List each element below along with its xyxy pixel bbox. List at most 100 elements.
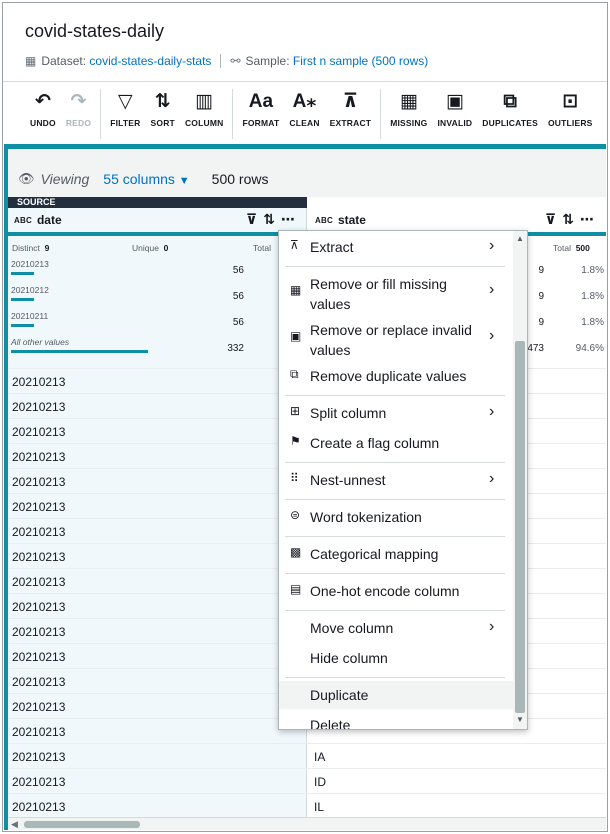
state-cell: IL (314, 800, 325, 814)
undo-button[interactable]: ↶ UNDO (25, 89, 61, 139)
table-row[interactable]: 20210213 IL (8, 793, 606, 817)
column-name: date (36, 213, 62, 227)
table-row[interactable]: 20210213 IA (8, 743, 606, 768)
menu-item-split-column[interactable]: ⊞ Split column › (279, 399, 513, 427)
menu-scroll-thumb[interactable] (515, 341, 525, 713)
value-count: 56 (232, 291, 244, 302)
columns-count: 55 columns (103, 171, 175, 187)
sort-icon[interactable]: ⇅ (562, 211, 580, 227)
menu-item-one-hot-encode-column[interactable]: ▤ One-hot encode column (279, 577, 513, 605)
column-button[interactable]: ▥ COLUMN (180, 89, 229, 139)
stat-unique: Unique 0 (132, 243, 168, 253)
stat-unique-label: Unique (132, 243, 159, 253)
menu-scrollbar[interactable]: ▲ ▼ (513, 231, 527, 729)
date-cell: 20210213 (12, 725, 66, 739)
onehot-icon: ▤ (290, 582, 302, 596)
duplicates-button[interactable]: ⧉ DUPLICATES (477, 89, 543, 139)
rows-count: 500 rows (211, 171, 269, 187)
invalid-icon: ▣ (445, 91, 464, 112)
viewing-label: Viewing (40, 171, 90, 187)
sample-label: Sample: (245, 54, 290, 68)
column-header-state[interactable]: ABC state ⊽⇅⋯ (315, 208, 606, 232)
filter-icon[interactable]: ⊽ (545, 211, 562, 227)
column-header-date[interactable]: ABC date ⊽⇅⋯ (14, 208, 307, 232)
flag-icon: ⚑ (290, 434, 301, 448)
invalid-icon: ▣ (290, 329, 302, 343)
scroll-down-icon[interactable]: ▼ (516, 715, 524, 724)
value-frequency-bar (11, 298, 34, 301)
menu-item-categorical-mapping[interactable]: ▩ Categorical mapping (279, 540, 513, 568)
menu-item-remove-or-replace-invalid-values[interactable]: ▣ Remove or replace invalid values › (279, 316, 513, 360)
extract-icon: ⊼ (342, 91, 359, 112)
menu-item-extract[interactable]: ⊼ Extract › (279, 233, 513, 261)
toolbar: ↶ UNDO ↷ REDO ▽ FILTER ⇅ SORT ▥ COLUMN Aa FORMAT A⁎ C… (25, 89, 607, 139)
menu-item-create-a-flag-column[interactable]: ⚑ Create a flag column (279, 429, 513, 457)
undo-icon: ↶ (34, 91, 51, 112)
clean-button[interactable]: A⁎ CLEAN (284, 89, 324, 139)
stat-total-value: 500 (575, 243, 590, 253)
toolbar-label: FORMAT (242, 118, 280, 128)
stat-total-label: Total (253, 243, 271, 253)
value-frequency-bar (11, 324, 34, 327)
menu-divider (285, 573, 505, 574)
menu-item-hide-column[interactable]: Hide column (279, 644, 513, 672)
more-icon[interactable]: ⋯ (281, 211, 301, 227)
menu-divider (285, 536, 505, 537)
toolbar-divider (3, 81, 607, 82)
sp-button[interactable]: ▤SP (598, 89, 607, 139)
redo-button[interactable]: ↷ REDO (61, 89, 96, 139)
viewing-bar: 👁 Viewing 55 columns ▼ 500 rows (18, 171, 268, 187)
horizontal-scrollbar[interactable]: ◀ (8, 817, 606, 830)
columns-dropdown[interactable]: 55 columns ▼ (103, 171, 189, 187)
menu-item-nest-unnest[interactable]: ⠿ Nest-unnest › (279, 466, 513, 494)
missing-button[interactable]: ▦ MISSING (385, 89, 432, 139)
menu-divider (285, 610, 505, 611)
extract-button[interactable]: ⊼ EXTRACT (325, 89, 377, 139)
stat-unique-value: 0 (163, 243, 169, 253)
sort-icon: ⇅ (154, 91, 171, 112)
filter-button[interactable]: ▽ FILTER (105, 89, 145, 139)
date-cell: 20210213 (12, 700, 66, 714)
format-button[interactable]: Aa FORMAT (237, 89, 284, 139)
scroll-thumb[interactable] (24, 821, 140, 828)
menu-item-duplicate[interactable]: Duplicate (279, 681, 513, 709)
date-cell: 20210213 (12, 575, 66, 589)
more-icon[interactable]: ⋯ (580, 211, 600, 227)
invalid-button[interactable]: ▣ INVALID (433, 89, 478, 139)
tokenize-icon: ⊜ (290, 508, 301, 522)
date-cell: 20210213 (12, 625, 66, 639)
nest-icon: ⠿ (290, 471, 299, 485)
scroll-left-icon[interactable]: ◀ (11, 819, 18, 830)
sort-button[interactable]: ⇅ SORT (146, 89, 180, 139)
chevron-down-icon: ▼ (178, 175, 190, 187)
menu-item-remove-or-fill-missing-values[interactable]: ▦ Remove or fill missing values › (279, 270, 513, 314)
menu-item-move-column[interactable]: Move column › (279, 614, 513, 642)
date-cell: 20210213 (12, 525, 66, 539)
scroll-up-icon[interactable]: ▲ (516, 234, 524, 243)
menu-item-remove-duplicate-values[interactable]: ⧉ Remove duplicate values (279, 362, 513, 390)
dataset-link[interactable]: covid-states-daily-stats (89, 54, 211, 68)
table-row[interactable]: 20210213 ID (8, 768, 606, 793)
date-cell: 20210213 (12, 675, 66, 689)
eye-icon: 👁 (18, 171, 35, 186)
stat-distinct-value: 9 (44, 243, 50, 253)
menu-item-label: Move column (310, 620, 394, 636)
menu-item-word-tokenization[interactable]: ⊜ Word tokenization (279, 503, 513, 531)
column-actions: ⊽⇅⋯ (545, 211, 600, 228)
filter-icon[interactable]: ⊽ (246, 211, 263, 227)
toolbar-group: ▦ MISSING ▣ INVALID ⧉ DUPLICATES ⊡ OUTLIERS ▤SP (385, 89, 607, 139)
menu-item-label: Word tokenization (310, 509, 422, 525)
toolbar-group: ▽ FILTER ⇅ SORT ▥ COLUMN (105, 89, 234, 139)
duplicates-icon: ⧉ (503, 91, 517, 112)
stat-distinct: Distinct 9 (12, 243, 49, 253)
menu-item-delete[interactable]: Delete (279, 711, 513, 729)
value-count: 56 (232, 265, 244, 276)
filter-icon: ▽ (118, 91, 133, 112)
dataset-label: Dataset: (41, 54, 87, 68)
sample-link[interactable]: First n sample (500 rows) (293, 54, 428, 68)
menu-item-label: Remove duplicate values (310, 368, 467, 384)
outliers-button[interactable]: ⊡ OUTLIERS (543, 89, 598, 139)
toolbar-label: FILTER (110, 118, 141, 128)
value-label: 20210213 (11, 259, 49, 269)
sort-icon[interactable]: ⇅ (263, 211, 281, 227)
